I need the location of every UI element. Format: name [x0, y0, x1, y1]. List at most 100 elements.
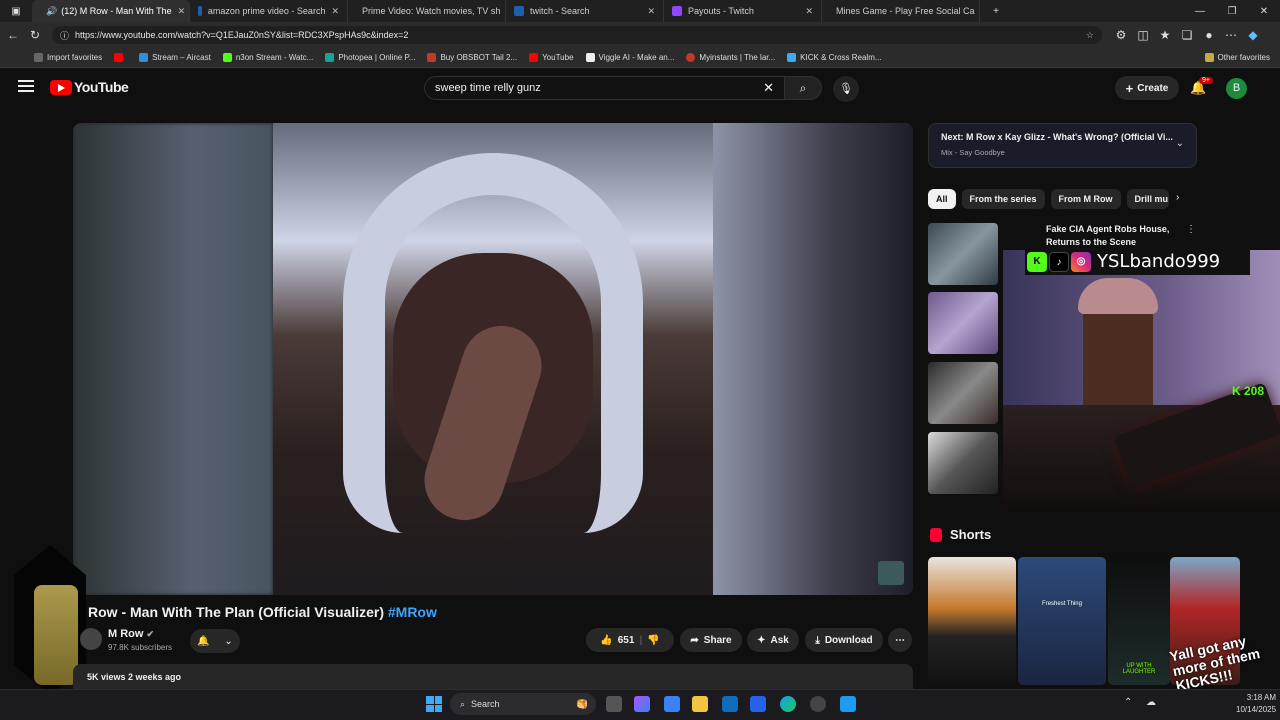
rec-thumbnail[interactable] — [928, 223, 998, 285]
obs-icon[interactable] — [810, 696, 826, 712]
search-input[interactable]: sweep time relly gunz ✕ — [424, 76, 784, 100]
url-field[interactable]: ⓘ https://www.youtube.com/watch?v=Q1EJau… — [52, 26, 1102, 44]
account-avatar[interactable]: B — [1226, 78, 1247, 99]
outlook-icon[interactable] — [722, 696, 738, 712]
collections-icon[interactable]: ❏ — [1176, 28, 1198, 42]
menu-hamburger-icon[interactable] — [18, 80, 34, 92]
aircast-icon — [139, 53, 149, 62]
bookmark-photopea[interactable]: Photopea | Online P... — [325, 53, 415, 62]
close-tab-icon[interactable]: ✕ — [172, 6, 186, 17]
bookmark-kick-cross[interactable]: KICK & Cross Realm... — [787, 53, 882, 62]
download-button[interactable]: ⤓ Download — [805, 628, 883, 652]
bookmark-youtube-icon-only[interactable] — [114, 53, 127, 62]
chip-from-m-row[interactable]: From M Row — [1050, 189, 1121, 209]
bookmark-aircast[interactable]: Stream – Aircast — [139, 53, 211, 62]
close-tab-icon[interactable]: ✕ — [799, 6, 813, 17]
short-card[interactable]: Freshest Thing — [1018, 557, 1106, 685]
extensions-icon[interactable]: ⚙ — [1110, 28, 1132, 42]
close-tab-icon[interactable]: ✕ — [325, 6, 339, 17]
short-caption: Freshest Thing — [1042, 601, 1082, 607]
tab-twitch-search[interactable]: twitch - Search ✕ — [506, 0, 664, 22]
channel-name[interactable]: M Row ✔ — [108, 628, 154, 640]
bookmark-youtube[interactable]: YouTube — [529, 53, 574, 62]
kick-count-value: 208 — [1244, 384, 1265, 398]
chevron-right-icon[interactable]: › — [1176, 192, 1179, 203]
rec-thumbnail[interactable] — [928, 362, 998, 424]
menu-dots-icon[interactable]: ⋯ — [1220, 28, 1242, 42]
site-info-icon[interactable]: ⓘ — [60, 29, 69, 42]
short-card[interactable] — [928, 557, 1016, 685]
create-button[interactable]: + Create — [1115, 76, 1179, 100]
bookmark-myinstants[interactable]: Myinstants | The lar... — [686, 53, 775, 62]
share-button[interactable]: ➦ Share — [680, 628, 742, 652]
new-tab-icon[interactable]: + — [980, 6, 1012, 17]
tab-title: amazon prime video - Search — [207, 6, 326, 16]
maximize-icon[interactable]: ❐ — [1216, 6, 1248, 17]
bookmark-import[interactable]: Import favorites — [34, 53, 102, 62]
store-icon[interactable] — [664, 696, 680, 712]
youtube-logo[interactable]: YouTube — [50, 79, 129, 95]
bookmark-viggle[interactable]: Viggle AI - Make an... — [585, 53, 674, 62]
copilot-icon[interactable]: ◆ — [1242, 28, 1264, 42]
close-tab-icon[interactable]: ✕ — [641, 6, 655, 17]
tray-app-icon[interactable]: ☁ — [1146, 697, 1156, 708]
file-explorer-icon[interactable] — [692, 696, 708, 712]
social-handle-bar: K ♪ ◎ YSLbando999 — [1025, 248, 1250, 275]
ask-button[interactable]: ✦ Ask — [747, 628, 799, 652]
profile-icon[interactable]: ● — [1198, 28, 1220, 42]
voice-search-button[interactable]: 🎙 — [833, 76, 859, 102]
tab-youtube[interactable]: 🔊 (12) M Row - Man With The ✕ — [32, 0, 190, 22]
channel-avatar[interactable] — [80, 628, 102, 650]
tab-amazon-search[interactable]: amazon prime video - Search ✕ — [190, 0, 348, 22]
speaker-icon[interactable]: 🔊 — [46, 6, 57, 17]
rec-thumbnail[interactable] — [928, 432, 998, 494]
tab-title: Prime Video: Watch movies, TV sh — [362, 6, 501, 16]
video-player[interactable] — [73, 123, 913, 595]
taskbar-search[interactable]: ⌕ Search 🥞 — [450, 693, 596, 715]
app-icon[interactable] — [840, 696, 856, 712]
search-button[interactable]: ⌕ — [784, 76, 822, 100]
chip-all[interactable]: All — [928, 189, 956, 209]
split-screen-icon[interactable]: ◫ — [1132, 28, 1154, 42]
rec-thumbnail[interactable] — [928, 292, 998, 354]
more-actions-icon[interactable]: ⋯ — [888, 628, 912, 652]
subscription-bell-button[interactable]: 🔔 ⌄ — [190, 629, 240, 653]
overlay-emblem — [34, 585, 78, 685]
chevron-down-icon[interactable]: ⌄ — [1176, 138, 1184, 149]
refresh-icon[interactable]: ↻ — [24, 28, 46, 42]
tab-mines-game[interactable]: Mines Game - Play Free Social Ca ✕ — [822, 0, 980, 22]
short-card[interactable]: UP WITH LAUGHTER — [1108, 557, 1170, 685]
clear-search-icon[interactable]: ✕ — [763, 80, 774, 96]
tray-chevron-icon[interactable]: ⌃ — [1124, 697, 1132, 708]
favorite-star-icon[interactable]: ☆ — [1086, 30, 1094, 41]
bookmark-obsbot[interactable]: Buy OBSBOT Tail 2... — [427, 53, 517, 62]
photos-icon[interactable] — [750, 696, 766, 712]
minimize-icon[interactable]: — — [1184, 6, 1216, 17]
bookmark-n3on[interactable]: n3on Stream - Watc... — [222, 53, 313, 62]
task-view-icon[interactable] — [606, 696, 622, 712]
twitch-favicon-icon — [672, 6, 682, 16]
chip-drill-music[interactable]: Drill mu — [1126, 189, 1169, 209]
other-favorites[interactable]: Other favorites — [1204, 53, 1270, 62]
sparkle-icon: ✦ — [757, 634, 766, 646]
favorites-icon[interactable]: ★ — [1154, 28, 1176, 42]
taskbar-clock[interactable]: 3:18 AM 10/14/2025 — [1236, 692, 1276, 716]
back-icon[interactable]: ← — [2, 28, 24, 42]
tab-prime-video[interactable]: Prime Video: Watch movies, TV sh ✕ — [348, 0, 506, 22]
tab-payouts-twitch[interactable]: Payouts - Twitch ✕ — [664, 0, 822, 22]
search-icon: ⌕ — [460, 698, 466, 709]
more-vert-icon[interactable]: ⋮ — [1186, 224, 1196, 235]
thumbs-down-icon[interactable]: 👎 — [647, 635, 659, 646]
video-hashtag-link[interactable]: #MRow — [388, 604, 437, 620]
tab-actions-icon[interactable]: ▣ — [0, 6, 32, 17]
windows-start-icon[interactable] — [426, 696, 442, 712]
like-button[interactable]: 👍 651 — [600, 635, 634, 646]
close-window-icon[interactable]: ✕ — [1248, 6, 1280, 17]
copilot-icon[interactable] — [634, 696, 650, 712]
channel-watermark[interactable] — [878, 561, 904, 585]
rec-title[interactable]: Fake CIA Agent Robs House, Returns to th… — [1046, 223, 1176, 249]
up-next-card[interactable]: Next: M Row x Kay Glizz - What's Wrong? … — [928, 123, 1197, 168]
pancake-icon: 🥞 — [576, 698, 588, 709]
edge-icon[interactable] — [780, 696, 796, 712]
chip-from-the-series[interactable]: From the series — [961, 189, 1045, 209]
